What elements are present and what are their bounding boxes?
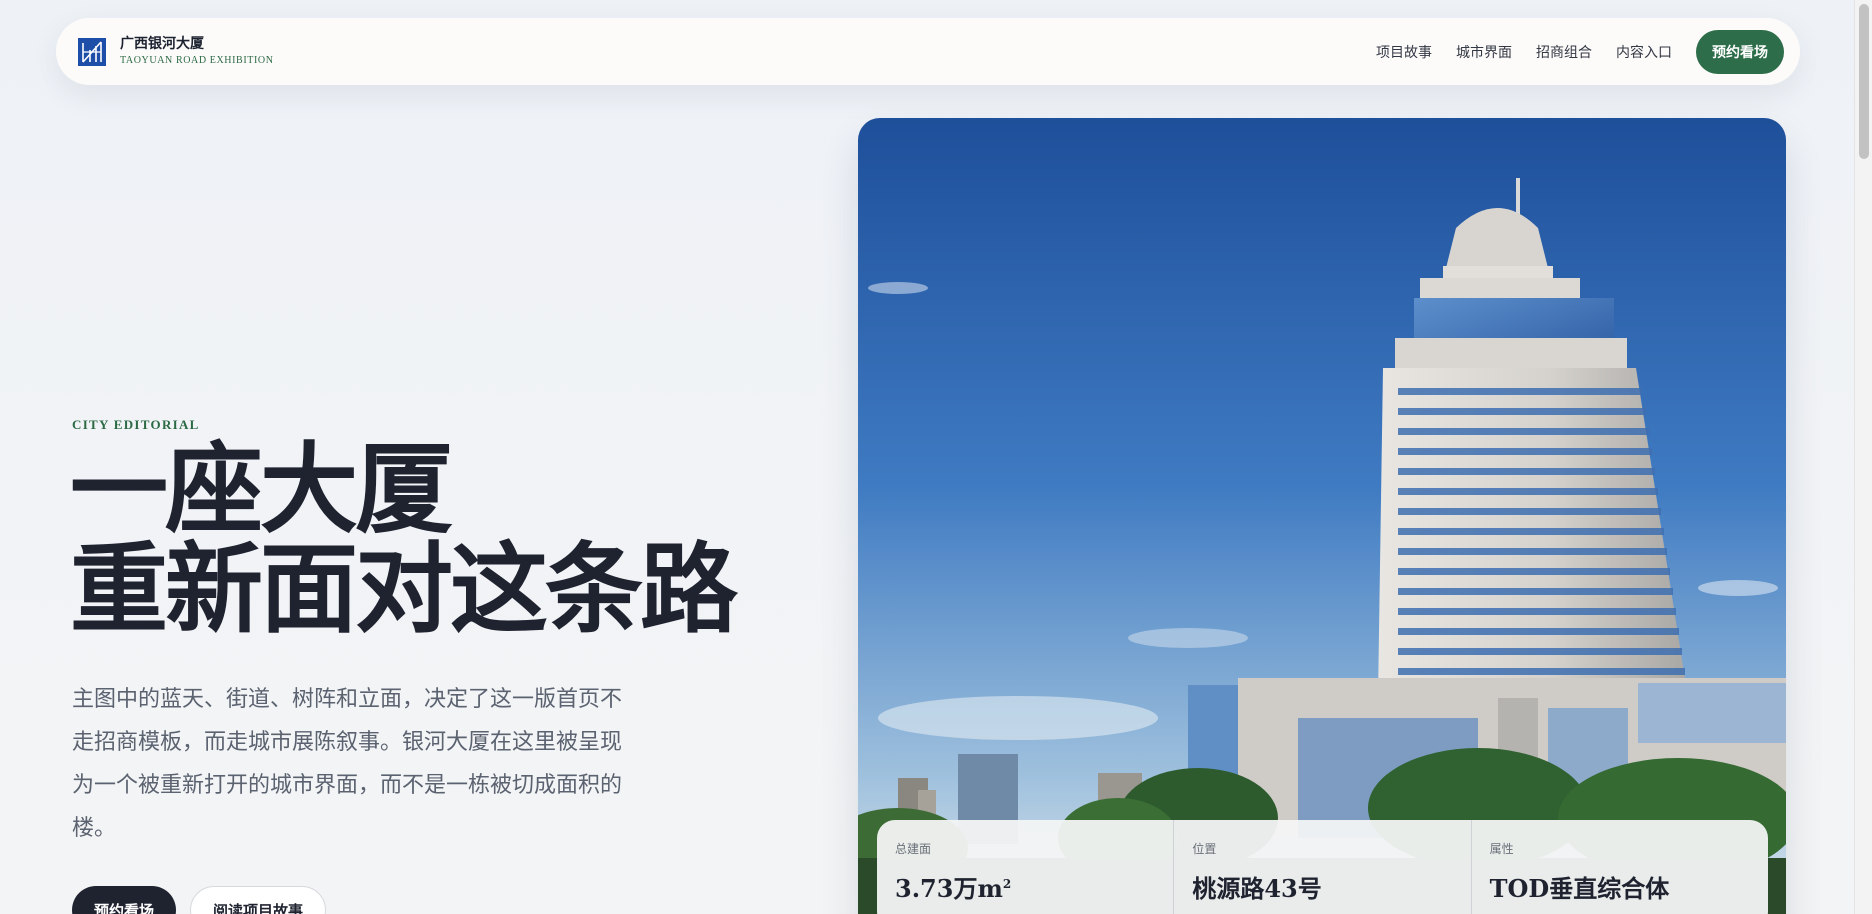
stat-property-type: 属性 TOD垂直综合体: [1472, 820, 1768, 914]
hero-kicker: CITY EDITORIAL: [72, 417, 200, 432]
nav-link-content-entry[interactable]: 内容入口: [1616, 42, 1672, 62]
stat-total-area: 总建面 3.73万m2: [877, 820, 1175, 914]
stat-value: 3.73万m2: [895, 874, 1012, 903]
site-header: 广西银河大厦 TAOYUAN ROAD EXHIBITION 项目故事 城市界面…: [56, 18, 1800, 85]
brand[interactable]: 广西银河大厦 TAOYUAN ROAD EXHIBITION: [78, 37, 274, 66]
hero-book-visit-button[interactable]: 预约看场: [72, 886, 177, 914]
stat-label: 总建面: [895, 842, 932, 856]
hero-image: [858, 118, 1786, 914]
main-nav: 项目故事 城市界面 招商组合 内容入口 预约看场: [1376, 29, 1784, 74]
nav-link-city-interface[interactable]: 城市界面: [1456, 42, 1512, 62]
stat-label: 属性: [1489, 842, 1514, 856]
brand-subtitle: TAOYUAN ROAD EXHIBITION: [120, 55, 274, 66]
hero-lede: 主图中的蓝天、街道、树阵和立面，决定了这一版首页不走招商模板，而走城市展陈叙事。…: [72, 687, 623, 841]
stat-value: 桃源路43号: [1192, 874, 1322, 903]
headline-line-2: 重新面对这条路: [70, 532, 738, 647]
hero-actions: 预约看场 阅读项目故事: [72, 886, 327, 914]
project-stats-panel: 总建面 3.73万m2 位置 桃源路43号 属性 TOD垂直综合体: [877, 820, 1768, 914]
book-visit-button[interactable]: 预约看场: [1696, 29, 1784, 74]
stat-label: 位置: [1192, 842, 1217, 856]
page-scrollbar[interactable]: [1854, 0, 1872, 914]
headline-line-1: 一座大厦: [70, 432, 453, 547]
stat-location: 位置 桃源路43号: [1174, 820, 1472, 914]
hero-headline: 一座大厦 重新面对这条路: [70, 440, 810, 640]
building-logo-icon: [78, 37, 106, 66]
nav-link-project-story[interactable]: 项目故事: [1376, 42, 1432, 62]
stat-value: TOD垂直综合体: [1489, 874, 1670, 903]
read-story-button[interactable]: 阅读项目故事: [190, 886, 327, 914]
nav-link-leasing-mix[interactable]: 招商组合: [1536, 42, 1592, 62]
scrollbar-thumb[interactable]: [1859, 4, 1869, 159]
brand-name: 广西银河大厦: [120, 36, 204, 52]
